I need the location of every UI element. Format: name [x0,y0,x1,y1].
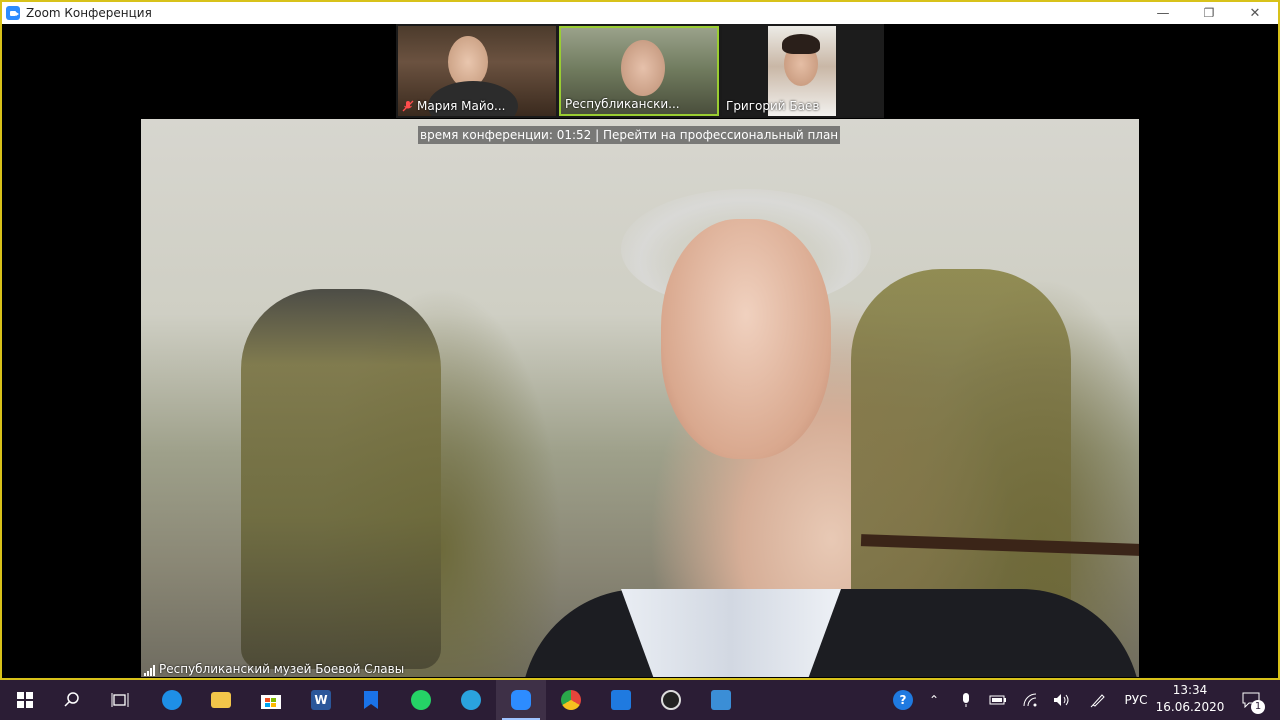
task-view-icon [111,693,129,707]
participant-name-label: Мария Майо... [402,99,505,113]
photos-icon [711,690,731,710]
windows-start-icon [17,692,33,708]
search-icon [64,692,79,707]
tray-language[interactable]: РУС [1118,680,1154,720]
task-view-button[interactable] [95,680,145,720]
tray-microphone[interactable] [954,680,978,720]
taskbar-obs[interactable] [646,680,696,720]
participant-name-label: Республикански... [565,97,680,111]
taskbar-explorer[interactable] [196,680,246,720]
taskbar-telegram[interactable] [446,680,496,720]
participant-name-label: Григорий Баев [726,99,820,113]
wifi-icon [1023,693,1037,707]
tray-wifi[interactable] [1018,680,1042,720]
word-icon: W [311,690,331,710]
folder-icon [211,692,231,708]
pen-icon [1090,694,1105,708]
microphone-icon [963,693,969,707]
taskbar-zoom[interactable] [496,680,546,720]
window-title: Zoom Конференция [26,6,152,20]
start-button[interactable] [0,680,50,720]
tray-show-hidden[interactable]: ⌃ [922,680,946,720]
clock-time: 13:34 [1172,683,1208,697]
participant-thumbnail-grigoriy[interactable]: Григорий Баев [722,26,884,116]
store-icon [261,695,281,709]
taskbar-edge[interactable] [147,680,197,720]
restore-button[interactable]: ❐ [1186,2,1232,24]
tray-volume[interactable] [1050,680,1074,720]
calendar-icon [611,690,631,710]
tray-battery[interactable] [986,680,1010,720]
close-button[interactable]: ✕ [1232,2,1278,24]
clock-date: 16.06.2020 [1155,700,1225,714]
taskbar-whatsapp[interactable] [396,680,446,720]
taskbar-bookmark[interactable] [346,680,396,720]
notification-count-badge: 1 [1251,700,1265,714]
participant-thumbnail-maria[interactable]: Мария Майо... [398,26,556,116]
zoom-app-icon [6,6,20,20]
taskbar-calendar[interactable] [596,680,646,720]
bookmark-icon [364,691,378,709]
obs-icon [661,690,681,710]
battery-icon [989,695,1006,705]
search-button[interactable] [47,680,97,720]
chevron-up-icon: ⌃ [928,693,940,707]
whatsapp-icon [411,690,431,710]
taskbar-photos[interactable] [696,680,746,720]
meeting-timer-banner[interactable]: время конференции: 01:52 | Перейти на пр… [418,126,841,144]
chrome-icon [561,690,581,710]
help-icon: ? [893,690,913,710]
volume-icon [1054,694,1069,706]
signal-strength-icon [144,665,155,676]
taskbar-chrome[interactable] [546,680,596,720]
telegram-icon [461,690,481,710]
tray-clock[interactable]: 13:34 16.06.2020 [1150,682,1230,716]
minimize-button[interactable]: — [1140,2,1186,24]
title-bar[interactable]: Zoom Конференция — ❐ ✕ [2,2,1278,24]
taskbar-store[interactable] [246,680,296,720]
edge-icon [162,690,182,710]
zoom-icon [511,690,531,710]
tray-notifications[interactable]: 1 [1234,680,1268,720]
active-speaker-label: Республиканский музей Боевой Славы [144,662,404,676]
participant-face [621,40,665,96]
tray-help[interactable]: ? [890,680,916,720]
active-speaker-video[interactable] [141,119,1139,677]
taskbar-word[interactable]: W [296,680,346,720]
participant-thumbnail-museum[interactable]: Республикански... [559,26,719,116]
tray-pen[interactable] [1086,680,1110,720]
mic-muted-icon [402,100,414,112]
